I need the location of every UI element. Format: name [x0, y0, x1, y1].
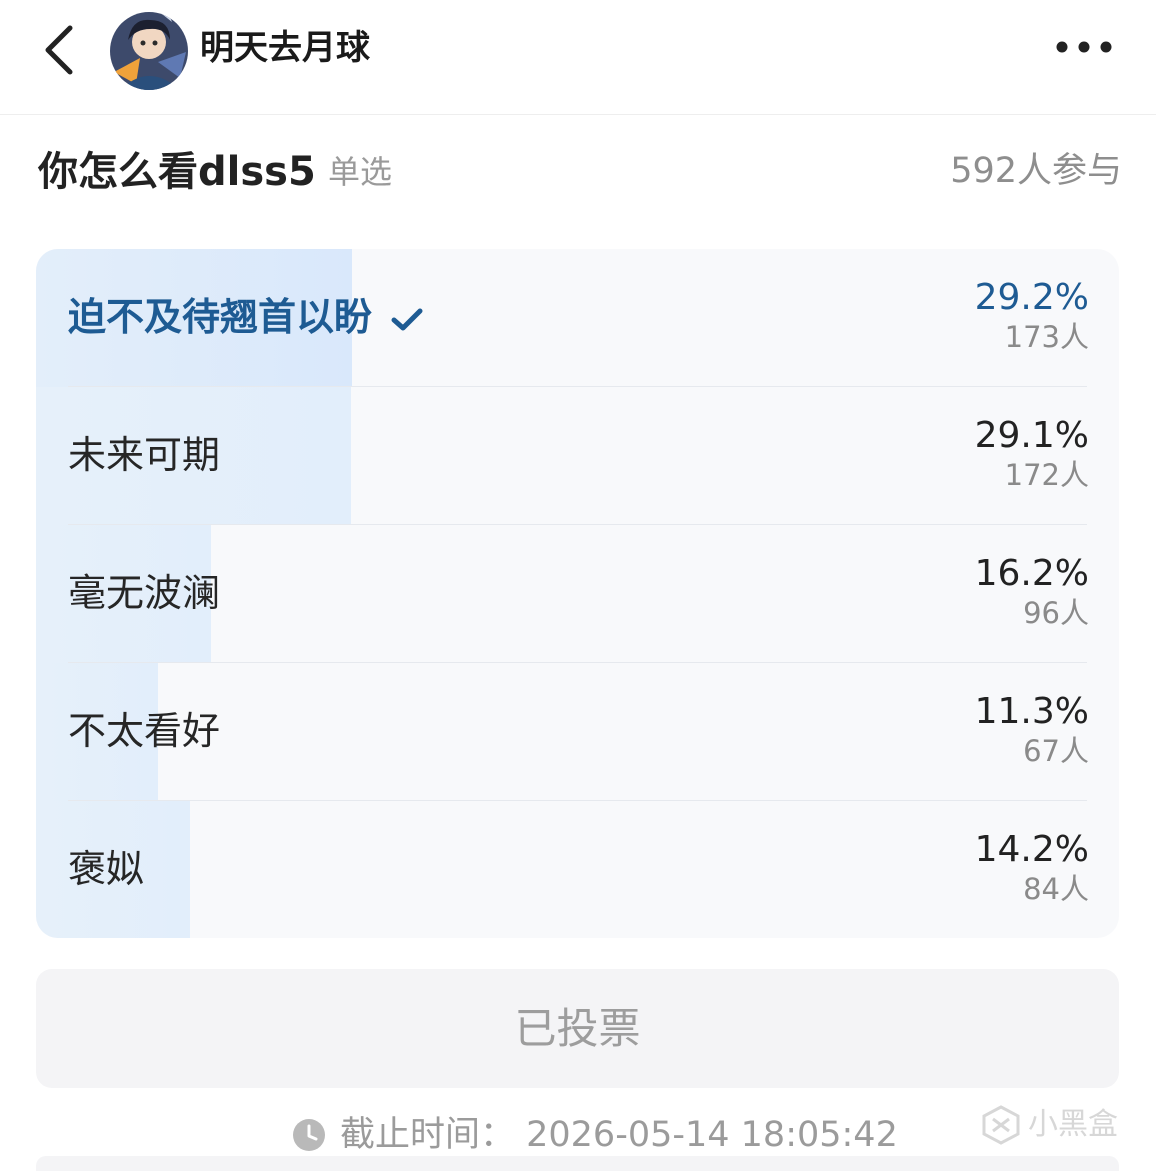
option-count: 173人 — [1004, 320, 1089, 354]
clock-icon — [293, 1119, 325, 1151]
more-icon[interactable] — [1054, 36, 1114, 58]
option-count: 67人 — [1023, 734, 1089, 768]
poll-option[interactable]: 褒姒 14.2% 84人 — [36, 801, 1119, 938]
deadline: 截止时间： 2026-05-14 18:05:42 — [292, 1112, 898, 1158]
poll-option[interactable]: 未来可期 29.1% 172人 — [36, 387, 1119, 525]
option-count: 84人 — [1023, 872, 1089, 906]
poll-options: 迫不及待翘首以盼 29.2% 173人 未来可期 29.1% 172人 毫无波澜… — [36, 249, 1119, 938]
option-percent: 29.1% — [974, 415, 1089, 456]
option-label: 不太看好 — [68, 709, 221, 753]
option-percent: 16.2% — [974, 553, 1089, 594]
option-percent: 11.3% — [974, 691, 1089, 732]
username[interactable]: 明天去月球 — [200, 26, 370, 70]
option-count: 96人 — [1023, 596, 1089, 630]
option-label: 褒姒 — [68, 847, 145, 891]
option-text: 迫不及待翘首以盼 — [68, 295, 373, 339]
watermark-text: 小黑盒 — [1028, 1107, 1118, 1142]
option-percent: 14.2% — [974, 829, 1089, 870]
option-count: 172人 — [1004, 458, 1089, 492]
bottom-card-edge — [36, 1156, 1119, 1171]
poll-option[interactable]: 不太看好 11.3% 67人 — [36, 663, 1119, 801]
option-label: 迫不及待翘首以盼 — [68, 291, 424, 343]
poll-option[interactable]: 迫不及待翘首以盼 29.2% 173人 — [36, 249, 1119, 387]
participant-count: 592人参与 — [950, 151, 1122, 191]
top-bar: 明天去月球 — [0, 0, 1156, 115]
check-icon — [391, 308, 423, 330]
back-icon[interactable] — [40, 22, 80, 78]
option-percent: 29.2% — [974, 277, 1089, 318]
voted-button[interactable]: 已投票 — [36, 969, 1119, 1088]
poll-title: 你怎么看dlss5 — [38, 149, 316, 195]
poll-type-label: 单选 — [328, 153, 393, 191]
avatar[interactable] — [110, 12, 188, 90]
deadline-text: 截止时间： 2026-05-14 18:05:42 — [340, 1115, 898, 1155]
option-label: 毫无波澜 — [68, 571, 221, 615]
option-label: 未来可期 — [68, 433, 221, 477]
watermark: 小黑盒 — [980, 1104, 1118, 1146]
heybox-logo-icon — [982, 1105, 1020, 1145]
poll-option[interactable]: 毫无波澜 16.2% 96人 — [36, 525, 1119, 663]
